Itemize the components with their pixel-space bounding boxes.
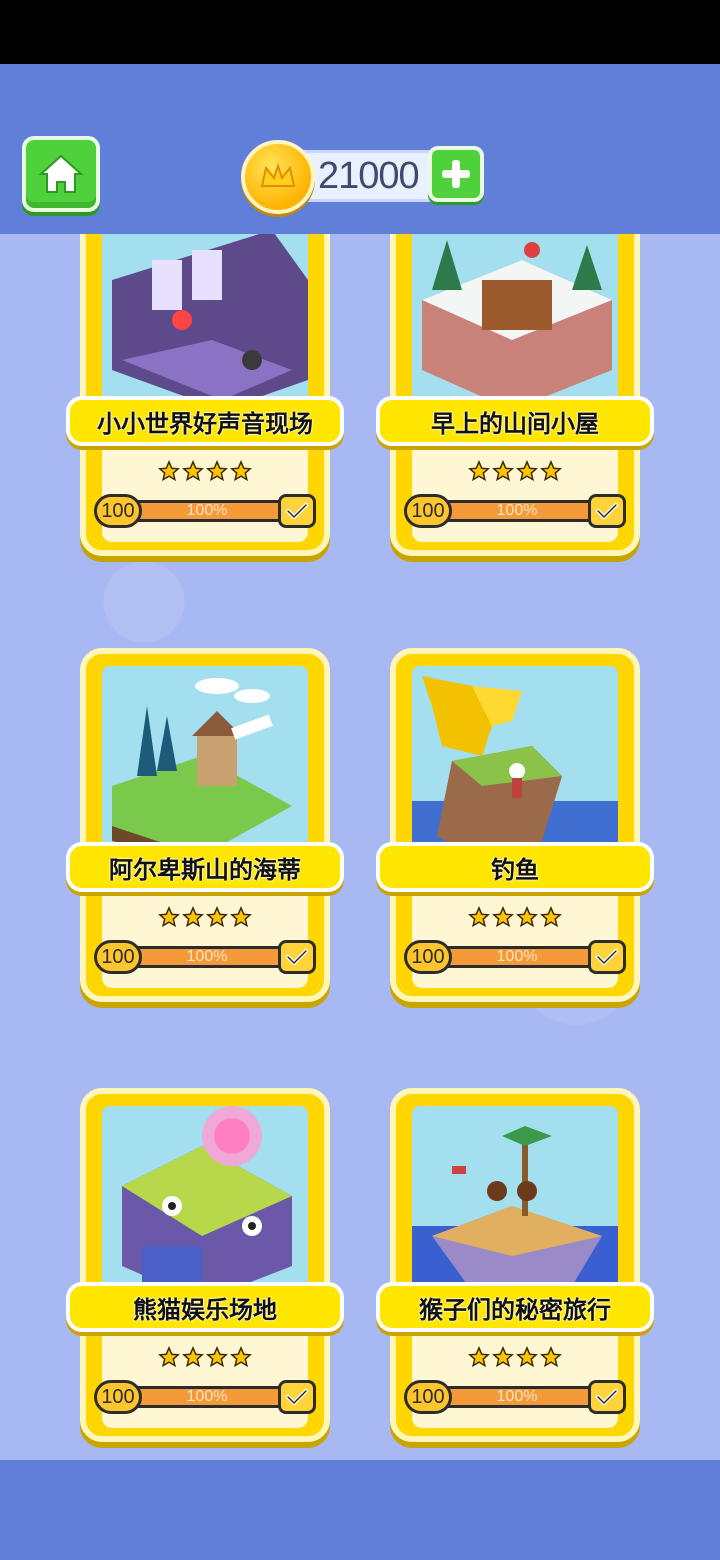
level-title: 阿尔卑斯山的海蒂 — [109, 855, 301, 884]
checkmark-icon — [596, 1389, 618, 1405]
star-icon — [182, 460, 204, 482]
star-icon — [540, 460, 562, 482]
level-card[interactable]: 钓鱼 100% 100 — [376, 648, 654, 1002]
home-icon — [38, 154, 84, 193]
star-icon — [492, 460, 514, 482]
star-icon — [206, 906, 228, 928]
star-rating — [158, 1346, 252, 1370]
bottom-bar — [0, 1460, 720, 1560]
level-number-badge: 100 — [404, 940, 452, 974]
level-title: 熊猫娱乐场地 — [133, 1295, 277, 1324]
star-icon — [468, 460, 490, 482]
level-card[interactable]: 早上的山间小屋 100% 100 — [376, 234, 654, 556]
star-rating — [468, 1346, 562, 1370]
star-rating — [468, 460, 562, 484]
level-title: 猴子们的秘密旅行 — [419, 1295, 611, 1324]
star-icon — [182, 906, 204, 928]
star-icon — [540, 906, 562, 928]
level-progress: 100% 100 — [94, 940, 316, 974]
level-grid[interactable]: 小小世界好声音现场 100% 100 早上的山间小屋 100% 100 阿尔卑斯… — [0, 234, 720, 1460]
status-bar — [0, 0, 720, 64]
star-icon — [492, 906, 514, 928]
star-icon — [158, 460, 180, 482]
level-title-banner: 猴子们的秘密旅行 — [376, 1282, 654, 1332]
completed-check-button[interactable] — [278, 1380, 316, 1414]
completed-check-button[interactable] — [588, 1380, 626, 1414]
star-icon — [206, 1346, 228, 1368]
level-title-banner: 熊猫娱乐场地 — [66, 1282, 344, 1332]
star-icon — [182, 1346, 204, 1368]
star-icon — [468, 906, 490, 928]
level-title-banner: 阿尔卑斯山的海蒂 — [66, 842, 344, 892]
star-rating — [158, 906, 252, 930]
level-progress: 100% 100 — [404, 494, 626, 528]
star-rating — [468, 906, 562, 930]
level-thumbnail — [412, 234, 618, 420]
checkmark-icon — [286, 1389, 308, 1405]
header-bar — [0, 64, 720, 234]
level-thumbnail — [412, 1106, 618, 1306]
star-icon — [540, 1346, 562, 1368]
coin-count: 21000 — [318, 155, 420, 197]
star-icon — [516, 906, 538, 928]
add-coins-button[interactable] — [428, 146, 484, 202]
plus-icon — [442, 160, 470, 188]
star-icon — [516, 1346, 538, 1368]
completed-check-button[interactable] — [278, 940, 316, 974]
progress-percent: 100% — [496, 502, 538, 519]
star-icon — [492, 1346, 514, 1368]
progress-percent: 100% — [186, 1388, 228, 1405]
level-number-badge: 100 — [94, 494, 142, 528]
level-number-badge: 100 — [404, 1380, 452, 1414]
level-thumbnail — [412, 666, 618, 866]
level-card[interactable]: 小小世界好声音现场 100% 100 — [66, 234, 344, 556]
progress-percent: 100% — [186, 502, 228, 519]
star-rating — [158, 460, 252, 484]
level-thumbnail — [102, 234, 308, 420]
completed-check-button[interactable] — [588, 494, 626, 528]
level-title: 小小世界好声音现场 — [97, 409, 313, 438]
progress-percent: 100% — [186, 948, 228, 965]
level-card[interactable]: 猴子们的秘密旅行 100% 100 — [376, 1088, 654, 1442]
completed-check-button[interactable] — [278, 494, 316, 528]
level-card[interactable]: 熊猫娱乐场地 100% 100 — [66, 1088, 344, 1442]
home-button[interactable] — [22, 136, 100, 212]
level-number-badge: 100 — [94, 1380, 142, 1414]
progress-percent: 100% — [496, 948, 538, 965]
level-title-banner: 小小世界好声音现场 — [66, 396, 344, 446]
star-icon — [230, 460, 252, 482]
level-title: 早上的山间小屋 — [431, 409, 599, 438]
star-icon — [230, 1346, 252, 1368]
level-thumbnail — [102, 666, 308, 866]
level-progress: 100% 100 — [404, 1380, 626, 1414]
crown-coin-icon — [241, 140, 315, 214]
checkmark-icon — [596, 503, 618, 519]
level-card[interactable]: 阿尔卑斯山的海蒂 100% 100 — [66, 648, 344, 1002]
level-progress: 100% 100 — [94, 494, 316, 528]
star-icon — [468, 1346, 490, 1368]
progress-percent: 100% — [496, 1388, 538, 1405]
level-number-badge: 100 — [404, 494, 452, 528]
checkmark-icon — [286, 949, 308, 965]
star-icon — [158, 1346, 180, 1368]
level-title-banner: 钓鱼 — [376, 842, 654, 892]
completed-check-button[interactable] — [588, 940, 626, 974]
level-title-banner: 早上的山间小屋 — [376, 396, 654, 446]
checkmark-icon — [286, 503, 308, 519]
star-icon — [516, 460, 538, 482]
star-icon — [158, 906, 180, 928]
level-number-badge: 100 — [94, 940, 142, 974]
star-icon — [230, 906, 252, 928]
level-progress: 100% 100 — [404, 940, 626, 974]
checkmark-icon — [596, 949, 618, 965]
level-thumbnail — [102, 1106, 308, 1306]
level-title: 钓鱼 — [491, 855, 539, 884]
star-icon — [206, 460, 228, 482]
level-progress: 100% 100 — [94, 1380, 316, 1414]
